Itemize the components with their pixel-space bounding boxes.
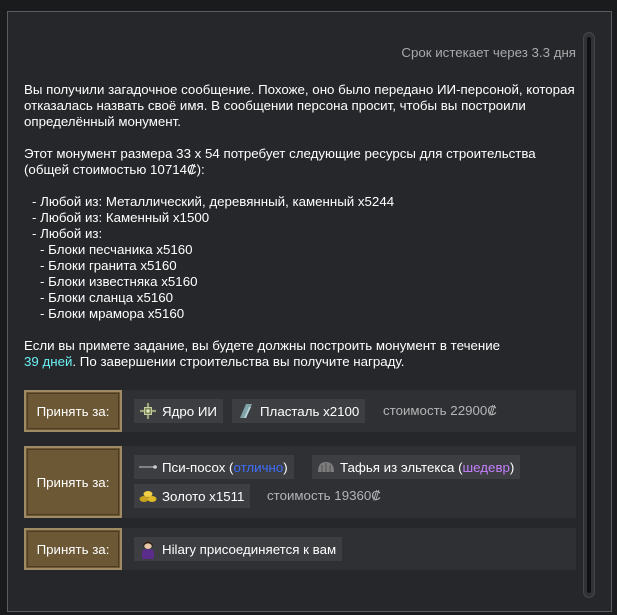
reward-item-label: Hilary присоединяется к вам xyxy=(162,541,337,557)
reward-option-1: Принять за: Ядро ИИ Пласталь x2100 стоим… xyxy=(24,390,576,432)
reward-option-2: Принять за: Пси-посох (отлично) Тафья из… xyxy=(24,446,576,518)
gold-icon xyxy=(138,486,158,506)
scrollbar-thumb[interactable] xyxy=(583,32,595,598)
resource-subline: - Блоки мрамора x5160 xyxy=(40,306,185,321)
accept-button-2[interactable]: Принять за: xyxy=(24,446,122,518)
reward-item-label: Ядро ИИ xyxy=(162,403,217,419)
quest-dialog-window: Срок истекает через 3.3 дня Вы получили … xyxy=(7,11,612,612)
pawn-portrait-icon xyxy=(138,539,158,559)
quality-label: отлично xyxy=(233,459,284,475)
message-paragraph-3: Если вы примете задание, вы будете должн… xyxy=(24,338,580,370)
reward-item-label: Пласталь x2100 xyxy=(260,403,360,419)
resource-subline: - Блоки сланца x5160 xyxy=(40,290,174,305)
reward-item-label: ) xyxy=(509,459,515,475)
reward-item[interactable]: Пласталь x2100 xyxy=(232,399,366,423)
deadline-days: 39 дней xyxy=(24,354,73,369)
resource-line: - Любой из: Металлический, деревянный, к… xyxy=(32,194,395,209)
accept-button-1[interactable]: Принять за: xyxy=(24,390,122,432)
reward-text: . По завершении строительства вы получит… xyxy=(72,354,405,369)
accept-button-3[interactable]: Принять за: xyxy=(24,528,122,570)
resource-list: - Любой из: Металлический, деревянный, к… xyxy=(24,194,580,322)
resource-line: - Любой из: Каменный x1500 xyxy=(32,210,210,225)
reward-item-label: Золото x1511 xyxy=(162,488,245,504)
plasteel-icon xyxy=(236,401,256,421)
reward-item[interactable]: Пси-посох (отлично) xyxy=(134,455,294,479)
reward-item-label: Тафья из эльтекса ( xyxy=(340,459,463,475)
reward-item-label: Пси-посох ( xyxy=(162,459,234,475)
reward-cost: стоимость 22900₡ xyxy=(383,403,497,418)
tuque-icon xyxy=(316,457,336,477)
reward-option-3: Принять за: Hilary присоединяется к вам xyxy=(24,528,576,570)
psychic-staff-icon xyxy=(138,457,158,477)
deadline-text: Если вы примете задание, вы будете должн… xyxy=(24,338,501,353)
reward-item[interactable]: Ядро ИИ xyxy=(134,399,223,423)
resource-subline: - Блоки гранита x5160 xyxy=(40,258,177,273)
reward-item-label: ) xyxy=(283,459,288,475)
resource-subline: - Блоки песчаника x5160 xyxy=(40,242,193,257)
reward-item[interactable]: Hilary присоединяется к вам xyxy=(134,537,343,561)
reward-item[interactable]: Тафья из эльтекса (шедевр) xyxy=(312,455,521,479)
message-paragraph-2: Этот монумент размера 33 x 54 потребует … xyxy=(24,146,536,177)
expiry-text: Срок истекает через 3.3 дня xyxy=(401,45,576,60)
resource-line: - Любой из: xyxy=(32,226,103,241)
ai-core-icon xyxy=(138,401,158,421)
message-paragraph-1: Вы получили загадочное сообщение. Похоже… xyxy=(24,82,575,129)
quality-label: шедевр xyxy=(462,459,510,475)
resource-subline: - Блоки известняка x5160 xyxy=(40,274,198,289)
reward-cost: стоимость 19360₡ xyxy=(267,488,381,503)
reward-item[interactable]: Золото x1511 xyxy=(134,484,251,508)
